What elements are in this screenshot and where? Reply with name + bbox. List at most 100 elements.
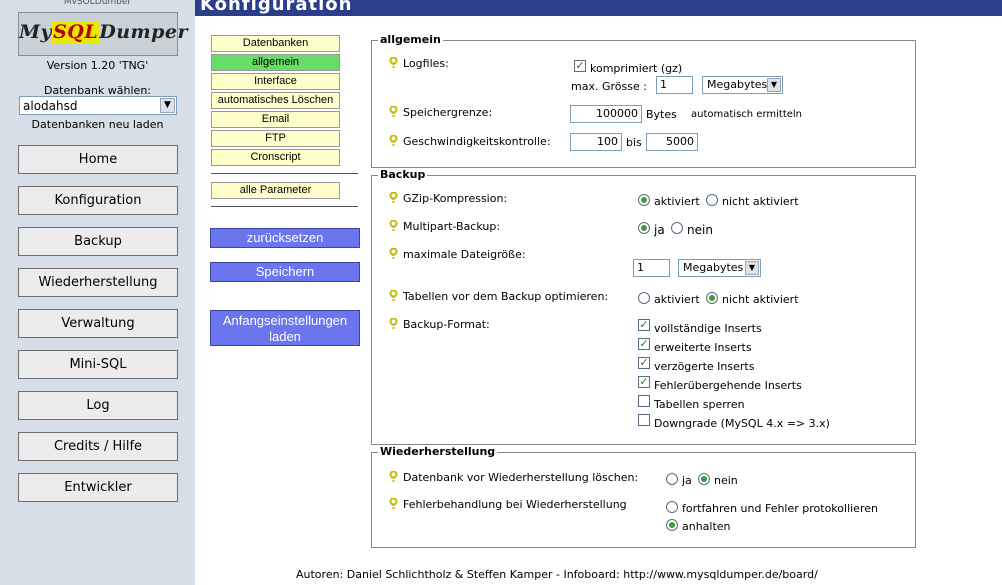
gzip-off-radio[interactable]	[706, 194, 718, 206]
format-lock-tables-label: Tabellen sperren	[654, 398, 745, 411]
maxfile-label: maximale Dateigröße:	[403, 248, 526, 261]
restore-delete-yes-radio[interactable]	[666, 473, 678, 485]
nav-backup-button[interactable]: Backup	[18, 227, 178, 256]
restore-stop-radio[interactable]	[666, 519, 678, 531]
gzip-label: GZip-Kompression:	[403, 192, 508, 205]
memory-unit: Bytes	[646, 108, 677, 121]
chevron-down-icon[interactable]: ▼	[160, 98, 175, 113]
optimize-on-radio[interactable]	[638, 292, 650, 304]
chevron-down-icon[interactable]: ▼	[745, 261, 759, 275]
help-icon[interactable]	[389, 318, 398, 329]
speed-bis-label: bis	[626, 136, 642, 149]
tab-email[interactable]: Email	[211, 111, 340, 128]
tab-interface[interactable]: Interface	[211, 73, 340, 90]
sidebar-top-text: MySQLDumper	[0, 0, 195, 4]
tab-alle-parameter[interactable]: alle Parameter	[211, 182, 340, 199]
load-defaults-button[interactable]: Anfangseinstellungen laden	[210, 310, 360, 346]
reset-button[interactable]: zurücksetzen	[210, 228, 360, 248]
optimize-off-label: nicht aktiviert	[722, 293, 799, 306]
help-icon[interactable]	[389, 498, 398, 509]
help-icon[interactable]	[389, 471, 398, 482]
format-extended-checkbox[interactable]	[638, 338, 650, 350]
format-complete-label: vollständige Inserts	[654, 322, 762, 335]
db-select[interactable]: alodahsd ▼	[19, 96, 177, 115]
help-icon[interactable]	[389, 135, 398, 146]
optimize-on-label: aktiviert	[654, 293, 700, 306]
tab-ftp[interactable]: FTP	[211, 130, 340, 147]
multipart-label: Multipart-Backup:	[403, 220, 501, 233]
save-button[interactable]: Speichern	[210, 262, 360, 282]
help-icon[interactable]	[389, 290, 398, 301]
nav-log-button[interactable]: Log	[18, 391, 178, 420]
tab-cronscript[interactable]: Cronscript	[211, 149, 340, 166]
logo: MySQLDumper	[18, 12, 188, 56]
memory-label: Speichergrenze:	[403, 106, 493, 119]
compressed-label: komprimiert (gz)	[590, 62, 683, 75]
multipart-yes-radio[interactable]	[638, 222, 650, 234]
optimize-label: Tabellen vor dem Backup optimieren:	[403, 290, 609, 303]
nav-mini-sql-button[interactable]: Mini-SQL	[18, 350, 178, 379]
help-icon[interactable]	[389, 192, 398, 203]
nav-verwaltung-button[interactable]: Verwaltung	[18, 309, 178, 338]
logo-text: MySQLDumper	[19, 21, 188, 43]
restore-delete-label: Datenbank vor Wiederherstellung löschen:	[403, 471, 639, 484]
divider	[211, 173, 358, 174]
optimize-off-radio[interactable]	[706, 292, 718, 304]
restore-continue-radio[interactable]	[666, 501, 678, 513]
format-complete-checkbox[interactable]	[638, 319, 650, 331]
speed-max-input[interactable]: 5000	[646, 133, 698, 151]
restore-legend: Wiederherstellung	[378, 445, 498, 458]
general-legend: allgemein	[378, 33, 443, 46]
tab-automatisches-loeschen[interactable]: automatisches Löschen	[211, 92, 340, 109]
gzip-on-label: aktiviert	[654, 195, 700, 208]
format-ignore-errors-checkbox[interactable]	[638, 376, 650, 388]
speed-min-input[interactable]: 100	[570, 133, 622, 151]
help-icon[interactable]	[389, 248, 398, 259]
multipart-no-radio[interactable]	[671, 222, 683, 234]
gzip-off-label: nicht aktiviert	[722, 195, 799, 208]
gzip-on-radio[interactable]	[638, 194, 650, 206]
format-delayed-label: verzögerte Inserts	[654, 360, 755, 373]
version-text: Version 1.20 'TNG'	[46, 59, 149, 72]
nav-credits-button[interactable]: Credits / Hilfe	[18, 432, 178, 461]
format-lock-tables-checkbox[interactable]	[638, 395, 650, 407]
footer-credits: Autoren: Daniel Schlichtholz & Steffen K…	[296, 568, 818, 581]
nav-entwickler-button[interactable]: Entwickler	[18, 473, 178, 502]
format-label: Backup-Format:	[403, 318, 490, 331]
maxfile-unit-select[interactable]: Megabytes ▼	[678, 259, 761, 277]
restore-continue-label: fortfahren und Fehler protokollieren	[682, 502, 878, 515]
backup-legend: Backup	[378, 168, 428, 181]
format-extended-label: erweiterte Inserts	[654, 341, 752, 354]
format-delayed-checkbox[interactable]	[638, 357, 650, 369]
multipart-no-label: nein	[687, 223, 713, 237]
tab-datenbanken[interactable]: Datenbanken	[211, 35, 340, 52]
memory-input[interactable]: 100000	[570, 105, 642, 123]
maxsize-unit-select[interactable]: Megabytes ▼	[702, 76, 783, 94]
restore-error-label: Fehlerbehandlung bei Wiederherstellung	[403, 498, 627, 511]
maxsize-label: max. Grösse :	[571, 80, 647, 93]
help-icon[interactable]	[389, 57, 398, 68]
format-downgrade-label: Downgrade (MySQL 4.x => 3.x)	[654, 417, 830, 430]
format-downgrade-checkbox[interactable]	[638, 414, 650, 426]
chevron-down-icon[interactable]: ▼	[767, 78, 781, 92]
nav-wiederherstellung-button[interactable]: Wiederherstellung	[18, 268, 178, 297]
memory-auto-link[interactable]: automatisch ermitteln	[691, 109, 802, 120]
divider	[211, 206, 358, 207]
page-title: Konfiguration	[200, 0, 353, 15]
nav-home-button[interactable]: Home	[18, 145, 178, 174]
nav-konfiguration-button[interactable]: Konfiguration	[18, 186, 178, 215]
db-select-value: alodahsd	[23, 99, 78, 113]
db-reload-link[interactable]: Datenbanken neu laden	[0, 118, 195, 131]
help-icon[interactable]	[389, 220, 398, 231]
speed-label: Geschwindigkeitskontrolle:	[403, 135, 551, 148]
logfiles-label: Logfiles:	[403, 57, 449, 70]
general-fieldset	[371, 40, 916, 168]
tab-allgemein[interactable]: allgemein	[211, 54, 340, 71]
maxsize-input[interactable]: 1	[656, 76, 693, 94]
maxfile-input[interactable]: 1	[633, 259, 670, 277]
restore-delete-yes-label: ja	[682, 474, 692, 487]
compressed-checkbox[interactable]	[574, 60, 586, 72]
help-icon[interactable]	[389, 106, 398, 117]
format-ignore-errors-label: Fehlerübergehende Inserts	[654, 379, 802, 392]
restore-delete-no-radio[interactable]	[698, 473, 710, 485]
